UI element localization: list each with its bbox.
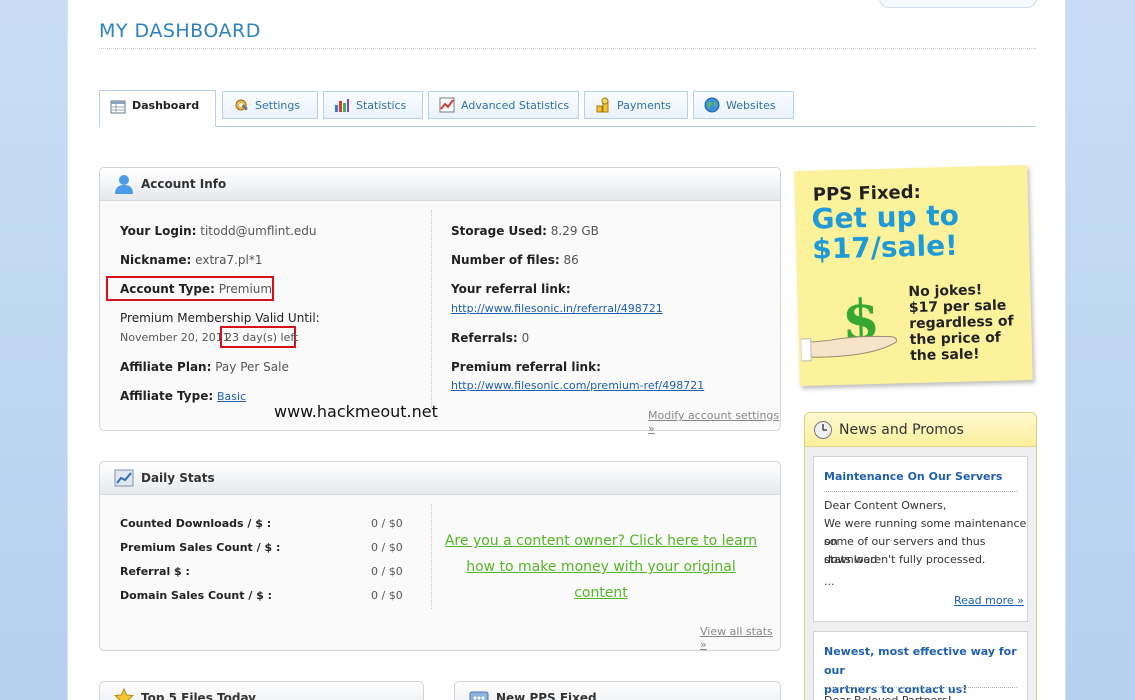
title-divider <box>99 48 1036 49</box>
referral-link-label: Your referral link: <box>451 282 571 296</box>
tab-label: Settings <box>255 98 301 112</box>
pps-fixed-promo[interactable]: PPS Fixed: Get up to $17/sale! $ No joke… <box>794 164 1033 387</box>
tab-bar: Dashboard Settings Statistics Advanced S… <box>99 90 1036 127</box>
tab-label: Statistics <box>356 98 407 112</box>
news-item: Maintenance On Our Servers Dear Content … <box>813 456 1028 622</box>
news-header: News and Promos <box>805 413 1036 447</box>
tab-payments[interactable]: Payments <box>584 91 688 119</box>
promo-headline: Get up to $17/sale! <box>811 198 960 266</box>
tab-label: Advanced Statistics <box>461 98 570 112</box>
tab-label: Websites <box>726 98 776 112</box>
account-info-header: Account Info <box>100 168 780 201</box>
nickname-row: Nickname: extra7.pl*1 <box>120 253 263 267</box>
affiliate-plan-row: Affiliate Plan: Pay Per Sale <box>120 360 289 374</box>
tab-label: Payments <box>617 98 671 112</box>
view-all-stats-link[interactable]: View all stats » <box>700 625 780 651</box>
tab-statistics[interactable]: Statistics <box>323 91 423 119</box>
star-icon <box>113 687 135 700</box>
stat-label: Domain Sales Count / $ : <box>120 589 273 602</box>
account-info-panel: Account Info Your Login: titodd@umflint.… <box>99 167 781 435</box>
coins-icon <box>595 97 611 113</box>
news-item: Newest, most effective way for our partn… <box>813 631 1028 700</box>
panel-title: New PPS Fixed <box>496 691 597 700</box>
news-panel: News and Promos Maintenance On Our Serve… <box>804 412 1037 700</box>
files-row: Number of files: 86 <box>451 253 579 267</box>
tab-websites[interactable]: Websites <box>693 91 794 119</box>
watermark-text: www.hackmeout.net <box>274 402 438 421</box>
referral-link[interactable]: http://www.filesonic.in/referral/498721 <box>451 302 663 315</box>
tab-advanced-statistics[interactable]: Advanced Statistics <box>428 91 579 119</box>
stat-label: Counted Downloads / $ : <box>120 517 272 530</box>
panel-title: Daily Stats <box>141 471 215 485</box>
hand-icon <box>800 335 897 362</box>
referrals-row: Referrals: 0 <box>451 331 530 345</box>
read-more-link[interactable]: Read more » <box>954 592 1024 610</box>
panel-title: Account Info <box>141 177 227 191</box>
column-divider <box>431 504 432 609</box>
user-icon <box>114 174 134 194</box>
column-divider <box>431 210 432 410</box>
login-row: Your Login: titodd@umflint.edu <box>120 224 317 238</box>
content-owner-link[interactable]: Are you a content owner? Click here to l… <box>440 528 762 606</box>
premium-referral-link[interactable]: http://www.filesonic.com/premium-ref/498… <box>451 379 704 392</box>
page-title: MY DASHBOARD <box>99 20 261 42</box>
tab-dashboard[interactable]: Dashboard <box>99 90 216 127</box>
news-text: stats weren't fully processed. <box>824 553 986 566</box>
storage-row: Storage Used: 8.29 GB <box>451 224 599 238</box>
stats-chart-icon <box>114 468 134 488</box>
modify-settings-link[interactable]: Modify account settings » <box>648 409 780 435</box>
news-divider <box>824 687 1017 688</box>
daily-stats-header: Daily Stats <box>100 462 780 495</box>
stat-value: 0 / $0 <box>371 541 403 554</box>
bar-chart-icon <box>334 97 350 113</box>
panel-title: Top 5 Files Today <box>141 691 256 700</box>
top-search-pill[interactable] <box>879 0 1037 8</box>
news-text: Dear Content Owners, <box>824 499 947 512</box>
stat-label: Referral $ : <box>120 565 190 578</box>
premium-referral-label: Premium referral link: <box>451 360 601 374</box>
dashboard-page: MY DASHBOARD Dashboard Settings Statisti… <box>67 0 1066 700</box>
clock-icon <box>813 420 833 440</box>
stat-value: 0 / $0 <box>371 589 403 602</box>
promo-body: No jokes! $17 per sale regardless of the… <box>908 282 1014 365</box>
new-pps-header: New PPS Fixed <box>455 682 780 700</box>
pps-icon <box>469 688 489 700</box>
daily-stats-panel: Daily Stats Counted Downloads / $ : 0 / … <box>99 461 781 651</box>
advanced-stats-icon <box>439 97 455 113</box>
tab-label: Dashboard <box>132 99 200 112</box>
affiliate-type-link[interactable]: Basic <box>217 390 246 403</box>
settings-icon <box>233 97 249 113</box>
news-text: Dear Beloved Partners! <box>824 692 952 700</box>
affiliate-type-row: Affiliate Type: Basic <box>120 389 247 403</box>
table-icon <box>110 99 126 115</box>
top-files-panel: Top 5 Files Today <box>99 681 424 700</box>
stat-value: 0 / $0 <box>371 517 403 530</box>
panel-title: News and Promos <box>839 421 964 438</box>
stat-value: 0 / $0 <box>371 565 403 578</box>
news-item-title[interactable]: Maintenance On Our Servers <box>824 467 1002 486</box>
days-left: 23 day(s) left <box>225 331 299 344</box>
news-divider <box>824 491 1017 492</box>
news-text: ... <box>824 575 835 588</box>
premium-date: November 20, 2011 <box>120 331 230 344</box>
new-pps-panel: New PPS Fixed <box>454 681 781 700</box>
top-files-header: Top 5 Files Today <box>100 682 423 700</box>
tab-settings[interactable]: Settings <box>222 91 318 119</box>
premium-valid-label: Premium Membership Valid Until: <box>120 311 320 325</box>
account-type-row: Account Type: Premium <box>120 282 273 296</box>
news-item-title[interactable]: Newest, most effective way for our partn… <box>824 642 1027 699</box>
stat-label: Premium Sales Count / $ : <box>120 541 281 554</box>
globe-icon <box>704 97 720 113</box>
